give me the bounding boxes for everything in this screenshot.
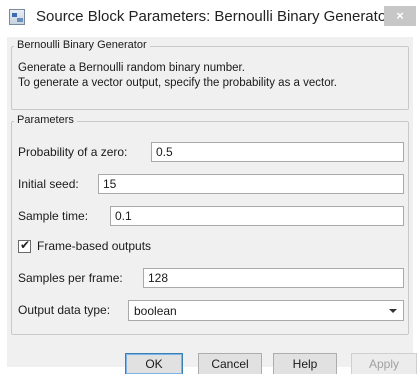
initial-seed-row: Initial seed:	[16, 174, 404, 194]
probability-zero-input[interactable]	[151, 142, 404, 162]
output-data-type-select[interactable]: boolean	[128, 300, 404, 321]
description-line-1: Generate a Bernoulli random binary numbe…	[18, 62, 245, 74]
parameters-group: Parameters Probability of a zero: Initia…	[11, 114, 409, 335]
help-button[interactable]: Help	[273, 353, 337, 374]
close-button[interactable]: ×	[384, 6, 416, 26]
samples-per-frame-input[interactable]	[143, 268, 404, 288]
description-group: Bernoulli Binary Generator Generate a Be…	[11, 39, 409, 110]
samples-per-frame-row: Samples per frame:	[16, 268, 404, 288]
sample-time-label: Sample time:	[18, 209, 89, 223]
frame-based-outputs-label: Frame-based outputs	[37, 239, 152, 253]
initial-seed-label: Initial seed:	[18, 177, 79, 191]
apply-button[interactable]: Apply	[351, 353, 417, 374]
initial-seed-input[interactable]	[98, 174, 404, 194]
dialog-body: Bernoulli Binary Generator Generate a Be…	[7, 37, 417, 374]
probability-zero-label: Probability of a zero:	[18, 145, 128, 159]
parameters-group-title: Parameters	[14, 114, 77, 126]
samples-per-frame-label: Samples per frame:	[18, 271, 123, 285]
sample-time-input[interactable]	[110, 206, 404, 226]
output-data-type-value: boolean	[134, 304, 177, 318]
probability-zero-row: Probability of a zero:	[16, 142, 404, 162]
ok-button[interactable]: OK	[125, 353, 183, 374]
description-group-title: Bernoulli Binary Generator	[14, 39, 150, 51]
title-bar: Source Block Parameters: Bernoulli Binar…	[0, 0, 420, 36]
cancel-button[interactable]: Cancel	[198, 353, 262, 374]
window-title: Source Block Parameters: Bernoulli Binar…	[36, 8, 392, 25]
sample-time-row: Sample time:	[16, 206, 404, 226]
checkmark-icon: ✔	[20, 238, 31, 252]
output-data-type-row: Output data type: boolean	[16, 300, 404, 321]
output-data-type-label: Output data type:	[18, 303, 111, 317]
simulink-block-icon	[9, 9, 25, 25]
chevron-down-icon[interactable]	[389, 309, 397, 313]
description-line-2: To generate a vector output, specify the…	[18, 77, 337, 89]
frame-based-outputs-checkbox[interactable]: ✔	[18, 238, 31, 253]
